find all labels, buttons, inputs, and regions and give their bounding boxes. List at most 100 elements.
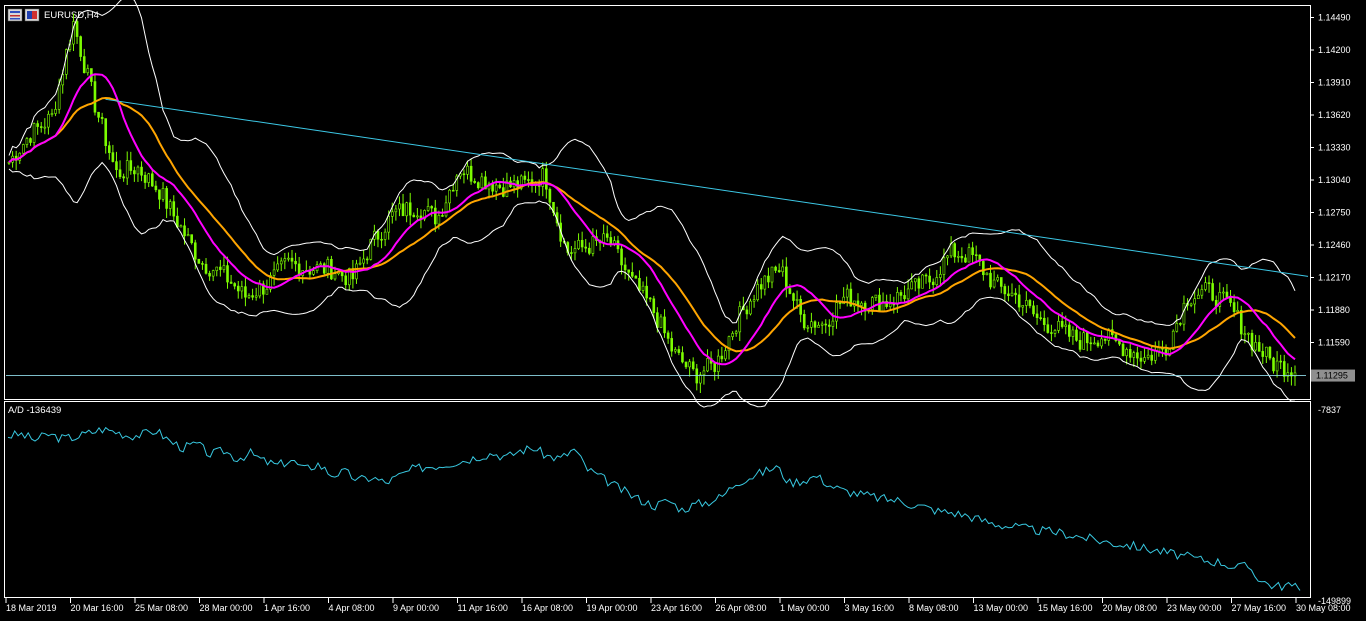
candle-body	[476, 182, 480, 189]
candle-body	[247, 295, 251, 298]
candle-body	[1021, 305, 1025, 308]
candle-body	[623, 264, 627, 271]
candle-body	[1010, 292, 1014, 297]
candle-body	[645, 285, 648, 299]
candle-body	[222, 265, 226, 270]
candle-body	[1025, 300, 1028, 306]
candle-body	[258, 283, 262, 297]
time-tick-label: 16 Apr 08:00	[522, 603, 573, 613]
candle-body	[702, 370, 706, 376]
candle-body	[1268, 346, 1272, 359]
flag-icon[interactable]	[24, 8, 40, 22]
candle-body	[960, 256, 964, 259]
candle-body	[1035, 313, 1039, 318]
candle-body	[75, 21, 79, 37]
candle-body	[416, 215, 419, 218]
symbol-icon[interactable]	[7, 8, 23, 22]
candle-body	[1003, 286, 1007, 295]
candle-body	[265, 288, 269, 295]
candle-body	[745, 309, 749, 315]
candle-body	[97, 111, 100, 118]
candle-body	[276, 263, 279, 271]
candle-body	[1064, 324, 1068, 327]
candle-body	[1182, 302, 1186, 325]
candle-body	[1118, 340, 1121, 345]
candle-body	[677, 349, 681, 353]
candle-body	[838, 302, 842, 305]
candle-body	[835, 302, 838, 322]
candle-body	[788, 288, 792, 294]
candle-body	[666, 332, 670, 339]
time-tick-label: 19 Apr 00:00	[587, 603, 638, 613]
time-tick-label: 8 May 08:00	[909, 603, 959, 613]
candle-body	[921, 274, 924, 289]
candle-body	[294, 260, 297, 265]
candle-body	[451, 189, 455, 192]
candle-body	[810, 321, 813, 328]
candle-body	[25, 138, 29, 145]
candle-body	[630, 271, 634, 277]
candle-body	[29, 138, 32, 143]
candle-body	[684, 361, 688, 368]
candle-body	[699, 374, 702, 384]
candle-body	[942, 257, 946, 275]
candle-body	[527, 179, 530, 181]
candle-body	[333, 273, 337, 280]
candle-body	[469, 165, 473, 182]
candle-body	[179, 225, 183, 228]
candle-body	[183, 225, 186, 237]
candle-body	[999, 277, 1003, 287]
candle-body	[104, 118, 108, 146]
candle-body	[1175, 323, 1179, 332]
candle-body	[1146, 354, 1150, 358]
candle-body	[1060, 321, 1064, 327]
candle-body	[1143, 357, 1146, 362]
candle-body	[150, 173, 154, 187]
candle-body	[577, 240, 580, 249]
candle-body	[1211, 283, 1214, 301]
candle-body	[1207, 282, 1211, 284]
time-tick-label: 25 Mar 08:00	[135, 603, 188, 613]
candle-body	[1085, 332, 1089, 344]
candle-body	[935, 277, 939, 286]
candle-body	[1100, 338, 1103, 347]
candle-body	[1139, 357, 1143, 362]
candle-body	[211, 270, 215, 277]
candle-body	[663, 316, 666, 334]
price-tick-label: 1.12460	[1318, 240, 1351, 250]
candle-body	[985, 272, 989, 276]
candle-body	[982, 261, 985, 276]
candle-body	[591, 236, 595, 254]
candle-body	[441, 215, 444, 217]
candle-body	[931, 281, 935, 286]
candle-body	[828, 324, 831, 327]
trading-chart[interactable]: EURUSD,H4 A/D -136439 -7837-149899 1.144…	[0, 0, 1366, 621]
candle-body	[287, 257, 290, 260]
candle-body	[734, 331, 738, 334]
candle-body	[731, 333, 734, 337]
candle-body	[387, 215, 391, 233]
candle-body	[1150, 354, 1154, 361]
candle-body	[802, 314, 806, 329]
candle-body	[570, 252, 573, 254]
candle-body	[412, 214, 416, 218]
price-tick-label: 1.11880	[1318, 305, 1350, 315]
candle-body	[638, 278, 641, 291]
candle-body	[1028, 300, 1032, 307]
candle-body	[32, 123, 36, 143]
candle-body	[401, 203, 405, 217]
candle-body	[799, 299, 802, 315]
candle-body	[971, 247, 974, 255]
candle-body	[147, 173, 151, 183]
candle-body	[1132, 352, 1136, 358]
candle-body	[1128, 349, 1132, 358]
candle-body	[208, 273, 211, 277]
candle-body	[498, 184, 502, 188]
candle-body	[670, 338, 674, 352]
candle-body	[967, 247, 971, 263]
candle-body	[1039, 317, 1042, 319]
candle-body	[398, 203, 401, 210]
candle-body	[172, 201, 176, 217]
candle-body	[494, 184, 498, 192]
candle-body	[1265, 346, 1268, 357]
